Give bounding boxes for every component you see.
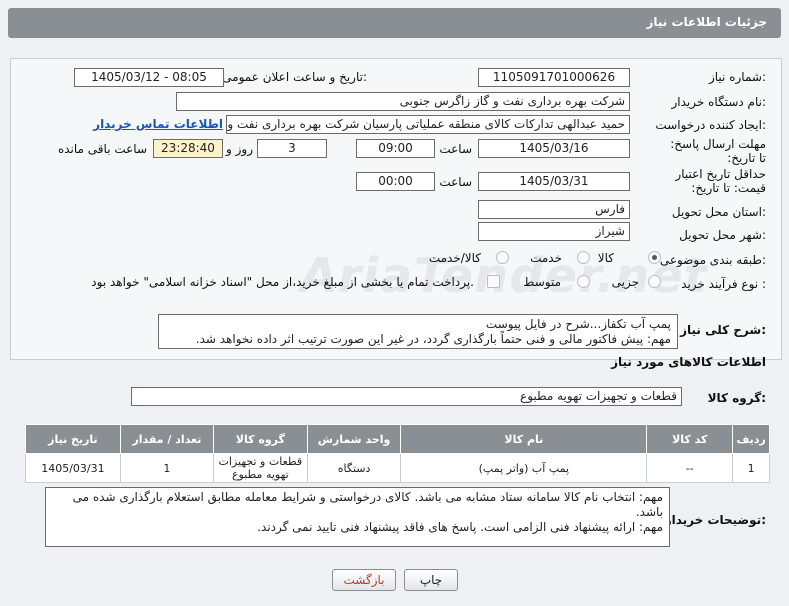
cell-group: قطعات و تجهیزات تهویه مطبوع [213, 453, 308, 483]
buyer-notes-line-2: مهم: ارائه پیشنهاد فنی الزامی است. پاسخ … [257, 520, 663, 534]
table-row: 1405/03/31 1 قطعات و تجهیزات تهویه مطبوع… [25, 453, 770, 483]
col-group: گروه کالا [213, 424, 308, 454]
category-label: طبقه بندی موضوعی: [659, 253, 766, 267]
cell-code: -- [646, 453, 734, 483]
category-goods-service-label: کالا/خدمت [428, 251, 481, 265]
cell-unit: دستگاه [306, 453, 402, 483]
treasury-payment-note: پرداخت تمام یا بخشی از مبلغ خرید،از محل … [91, 275, 474, 289]
remaining-time-field: 23:28:40 [153, 139, 223, 158]
deadline-time-field: 09:00 [356, 139, 435, 158]
buyer-contact-link[interactable]: اطلاعات تماس خریدار [93, 117, 223, 131]
page-header: جزئیات اطلاعات نیاز [8, 8, 781, 38]
print-button[interactable]: چاپ [404, 569, 458, 591]
category-goods-label: کالا [597, 251, 614, 265]
category-service-label: خدمت [530, 251, 562, 265]
city-field: شیراز [478, 222, 630, 241]
cell-quantity: 1 [119, 453, 215, 483]
announce-field: 1405/03/12 - 08:05 [74, 68, 224, 87]
province-label: استان محل تحویل: [671, 205, 766, 219]
back-button[interactable]: بازگشت [332, 569, 396, 591]
remaining-label: ساعت باقی مانده [57, 142, 147, 156]
validity-time-field: 00:00 [356, 172, 435, 191]
col-name: نام کالا [400, 424, 648, 454]
cell-index: 1 [732, 453, 770, 483]
deadline-label: مهلت ارسال پاسخ: تا تاریخ: [670, 137, 766, 165]
need-number-field: 1105091701000626 [478, 68, 630, 87]
requester-field: حمید عبدالهی تدارکات کالای منطقه عملیاتی… [226, 115, 630, 134]
goods-table-header: تاریخ نیاز تعداد / مقدار گروه کالا واحد … [25, 424, 770, 454]
announce-label: تاریخ و ساعت اعلان عمومی: [222, 70, 367, 84]
summary-line-2: مهم: پیش فاکتور مالی و فنی حتماً بارگذار… [195, 332, 671, 346]
cell-name: پمپ آب (واتر پمپ) [400, 453, 648, 483]
deadline-time-label: ساعت [439, 142, 472, 156]
buyer-field: شرکت بهره برداری نفت و گاز زاگرس جنوبی [176, 92, 630, 111]
col-unit: واحد شمارش [306, 424, 402, 454]
treasury-payment-checkbox[interactable] [487, 275, 500, 288]
purchase-medium-label: متوسط [523, 275, 561, 289]
buyer-notes-textarea[interactable]: مهم: انتخاب نام کالا سامانه ستاد مشابه م… [45, 487, 670, 547]
validity-label: حداقل تاریخ اعتبار قیمت: تا تاریخ: [675, 167, 766, 195]
city-label: شهر محل تحویل: [679, 228, 766, 242]
buyer-notes-line-1: مهم: انتخاب نام کالا سامانه ستاد مشابه م… [72, 490, 663, 519]
col-need-date: تاریخ نیاز [25, 424, 121, 454]
buyer-label: نام دستگاه خریدار: [671, 95, 767, 109]
buyer-notes-label: توضیحات خریدار: [664, 513, 766, 527]
goods-section-title: اطلاعات کالاهای مورد نیاز [611, 355, 766, 369]
cell-need-date: 1405/03/31 [25, 453, 121, 483]
col-quantity: تعداد / مقدار [119, 424, 215, 454]
requester-label: ایجاد کننده درخواست: [655, 118, 766, 132]
deadline-date-field: 1405/03/16 [478, 139, 630, 158]
purchase-medium-radio[interactable] [577, 275, 590, 288]
col-code: کد کالا [646, 424, 734, 454]
col-index: ردیف [732, 424, 770, 454]
summary-label: شرح کلی نیاز: [680, 323, 766, 337]
validity-date-field: 1405/03/31 [478, 172, 630, 191]
purchase-minor-radio[interactable] [648, 275, 661, 288]
days-field: 3 [257, 139, 327, 158]
purchase-minor-label: جزیی [611, 275, 639, 289]
category-service-radio[interactable] [577, 251, 590, 264]
province-field: فارس [478, 200, 630, 219]
category-goods-service-radio[interactable] [496, 251, 509, 264]
goods-table: تاریخ نیاز تعداد / مقدار گروه کالا واحد … [25, 424, 770, 483]
goods-group-field: قطعات و تجهیزات تهویه مطبوع [131, 387, 682, 406]
validity-time-label: ساعت [439, 175, 472, 189]
purchase-type-label: نوع فرآیند خرید : [681, 277, 766, 291]
summary-textarea[interactable]: پمپ آب تکفاز...شرح در فایل پیوست مهم: پی… [158, 314, 678, 349]
goods-group-label: گروه کالا: [707, 391, 766, 405]
category-goods-radio[interactable] [648, 251, 661, 264]
days-label: روز و [226, 142, 253, 156]
need-number-label: شماره نیاز: [708, 70, 766, 84]
page-title: جزئیات اطلاعات نیاز [646, 15, 767, 29]
summary-line-1: پمپ آب تکفاز...شرح در فایل پیوست [485, 317, 671, 331]
